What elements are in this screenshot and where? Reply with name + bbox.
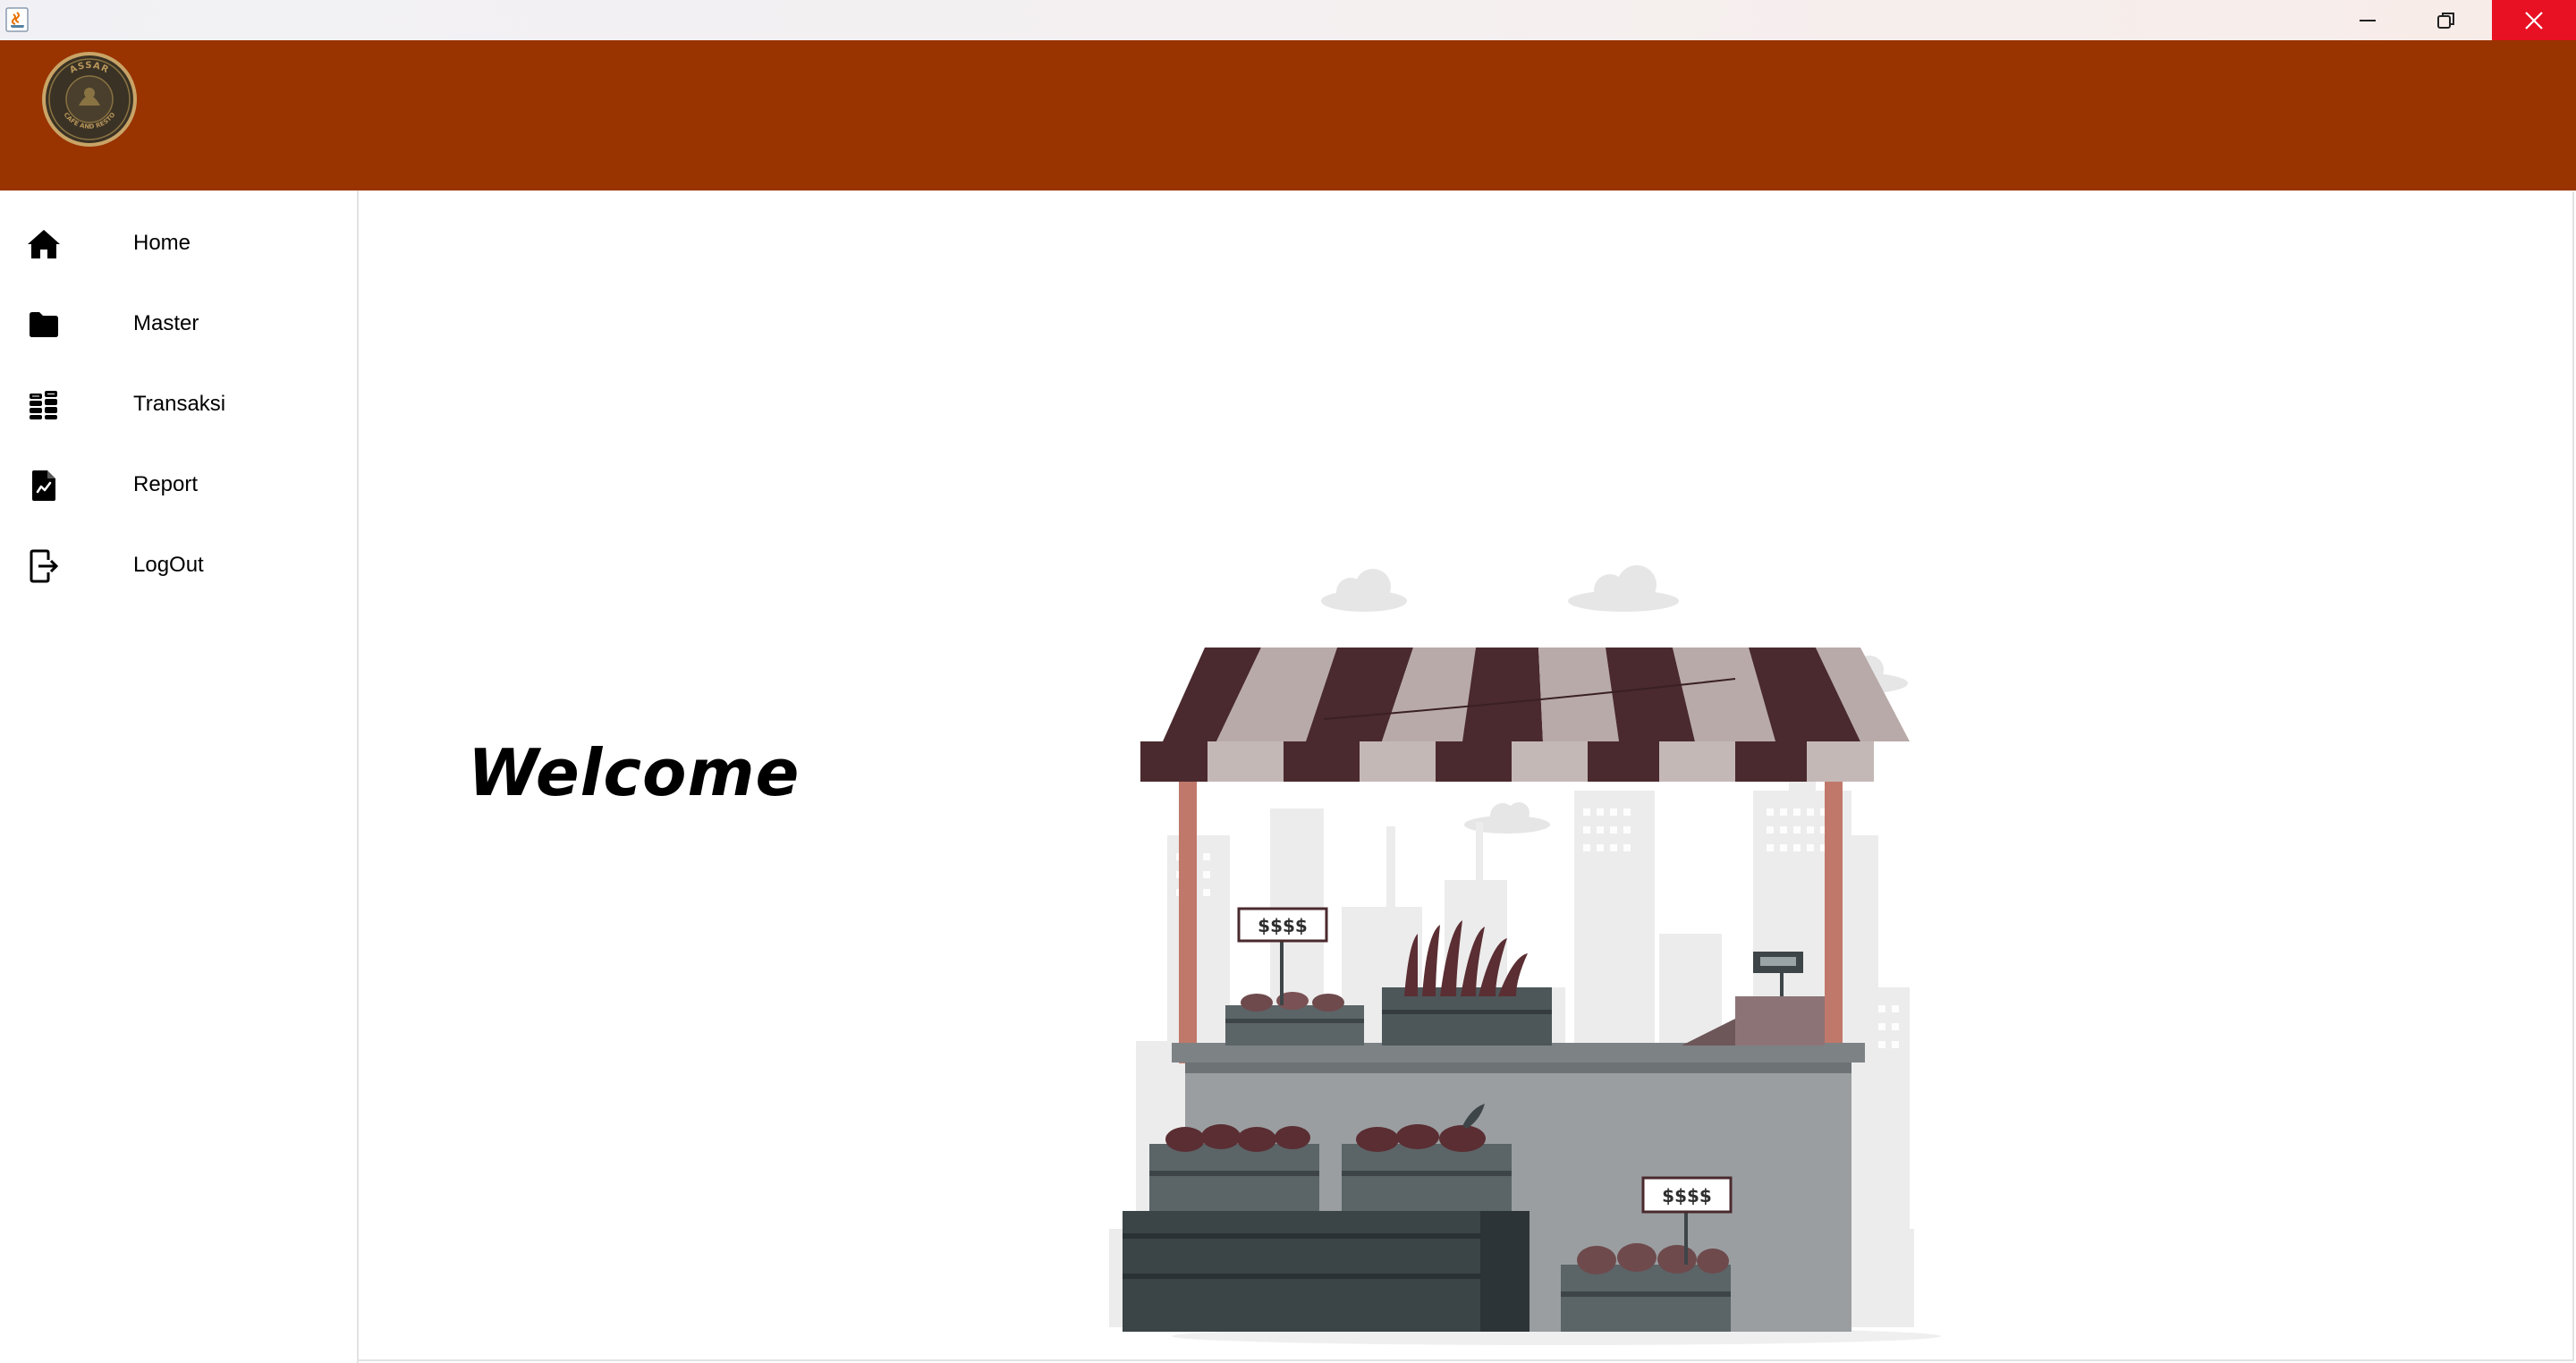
coins-icon xyxy=(26,387,62,423)
market-stall-illustration: $$$$ $$$$ xyxy=(1109,565,1941,1345)
welcome-heading: Welcome xyxy=(468,735,801,810)
logout-icon xyxy=(26,548,62,584)
sidebar-item-transaksi[interactable]: Transaksi xyxy=(0,371,357,436)
report-icon xyxy=(26,468,62,504)
sidebar-item-home[interactable]: Home xyxy=(0,210,357,275)
java-app-icon xyxy=(5,7,29,32)
sidebar-item-label: Report xyxy=(133,472,199,496)
sidebar-item-label: Master xyxy=(133,311,199,335)
restore-icon xyxy=(2437,12,2454,29)
home-icon xyxy=(26,226,62,262)
app-header: ASSAR CAFE AND RESTO xyxy=(0,40,2576,190)
sidebar-item-label: Transaksi xyxy=(133,392,226,416)
assar-logo: ASSAR CAFE AND RESTO xyxy=(42,52,137,147)
close-icon xyxy=(2525,11,2543,30)
window-title-bar xyxy=(0,0,2576,40)
sidebar-item-label: LogOut xyxy=(133,553,204,577)
main-content: Welcome $$$$ $$$$ xyxy=(359,191,2574,1361)
minimize-icon xyxy=(2360,19,2376,21)
sidebar-item-label: Home xyxy=(133,231,191,255)
price-tag-text: $$$$ xyxy=(1258,915,1308,936)
close-button[interactable] xyxy=(2492,0,2576,40)
sidebar-item-master[interactable]: Master xyxy=(0,291,357,355)
restore-button[interactable] xyxy=(2408,0,2485,40)
minimize-button[interactable] xyxy=(2329,0,2406,40)
sidebar-item-logout[interactable]: LogOut xyxy=(0,532,357,597)
sidebar-item-report[interactable]: Report xyxy=(0,452,357,516)
folder-icon xyxy=(26,307,62,343)
price-tag-text: $$$$ xyxy=(1662,1185,1712,1206)
sidebar: Home Master Transaksi Report LogOut xyxy=(0,190,359,1363)
